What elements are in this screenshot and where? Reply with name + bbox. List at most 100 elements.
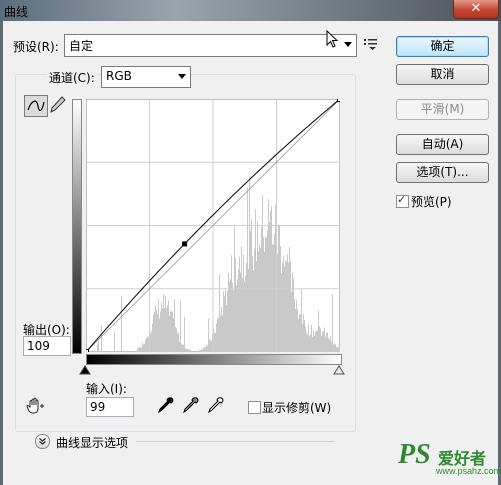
histogram-bar bbox=[310, 334, 311, 352]
histogram-bar bbox=[169, 315, 170, 352]
histogram-bar bbox=[329, 339, 330, 352]
histogram-bar bbox=[251, 219, 252, 352]
histogram-bar bbox=[97, 344, 98, 352]
histogram-bar bbox=[232, 282, 233, 352]
histogram-bar bbox=[205, 347, 206, 352]
histogram-bar bbox=[185, 348, 186, 352]
histogram-bar bbox=[299, 314, 300, 352]
histogram-bar bbox=[219, 274, 220, 352]
curve-edit-tool[interactable] bbox=[24, 95, 48, 117]
smooth-button[interactable]: 平滑(M) bbox=[396, 99, 489, 120]
output-field[interactable]: 109 bbox=[23, 336, 71, 356]
histogram-bar bbox=[158, 298, 159, 352]
histogram-bar bbox=[266, 236, 267, 352]
histogram-bar bbox=[316, 331, 317, 352]
histogram-bar bbox=[228, 272, 229, 352]
title-bar[interactable]: 曲线 ✕ bbox=[0, 0, 501, 21]
histogram-bar bbox=[200, 349, 201, 352]
histogram-bar bbox=[179, 341, 180, 352]
histogram-bar bbox=[156, 309, 157, 352]
input-value: 99 bbox=[90, 400, 106, 414]
chevron-down-icon bbox=[178, 74, 186, 79]
histogram-bar bbox=[281, 273, 282, 352]
histogram-bar bbox=[152, 323, 153, 352]
histogram-bar bbox=[175, 326, 176, 352]
histogram-bar bbox=[327, 332, 328, 352]
watermark-url: www.psahz.com bbox=[436, 466, 501, 476]
histogram-bar bbox=[280, 246, 281, 352]
histogram-bar bbox=[172, 312, 173, 352]
histogram-bar bbox=[248, 269, 249, 352]
watermark-logo: PS 爱好者 www.psahz.com bbox=[398, 439, 501, 481]
expand-options-button[interactable] bbox=[35, 434, 50, 449]
histogram-bar bbox=[177, 333, 178, 352]
histogram-bar bbox=[181, 343, 182, 352]
histogram-bar bbox=[283, 256, 284, 352]
histogram-bar bbox=[282, 262, 283, 352]
histogram-bar bbox=[324, 327, 325, 352]
histogram-bar bbox=[220, 315, 221, 352]
input-field[interactable]: 99 bbox=[86, 397, 134, 417]
black-point-slider[interactable] bbox=[79, 365, 91, 375]
histogram-bar bbox=[321, 335, 322, 352]
histogram-bar bbox=[322, 331, 323, 352]
histogram-bar bbox=[278, 224, 279, 352]
close-button[interactable]: ✕ bbox=[453, 0, 499, 19]
histogram-bar bbox=[301, 289, 302, 352]
histogram-bar bbox=[302, 324, 303, 352]
preset-dropdown[interactable]: 自定 bbox=[64, 34, 357, 57]
preview-checkbox[interactable] bbox=[396, 193, 409, 208]
histogram-bar bbox=[288, 262, 289, 352]
histogram-bar bbox=[245, 275, 246, 352]
histogram-bar bbox=[262, 195, 263, 352]
auto-button[interactable]: 自动(A) bbox=[396, 134, 489, 155]
pencil-icon[interactable] bbox=[50, 96, 66, 114]
histogram-bar bbox=[209, 338, 210, 352]
histogram-bar bbox=[140, 347, 141, 352]
histogram-bar bbox=[333, 344, 334, 352]
histogram-bar bbox=[252, 255, 253, 352]
curve-endpoint-white[interactable] bbox=[337, 99, 341, 102]
histogram-bar bbox=[144, 343, 145, 352]
histogram-bar bbox=[320, 328, 321, 352]
histogram-bar bbox=[182, 345, 183, 352]
target-adjust-hand-icon[interactable] bbox=[26, 397, 46, 415]
histogram-bar bbox=[143, 344, 144, 352]
histogram-bar bbox=[147, 336, 148, 352]
histogram-bar bbox=[253, 270, 254, 352]
histogram-bar bbox=[334, 343, 335, 352]
preset-options-icon[interactable] bbox=[364, 38, 378, 50]
white-eyedropper-icon[interactable] bbox=[207, 396, 225, 414]
channel-dropdown[interactable]: RGB bbox=[101, 66, 191, 88]
ok-button[interactable]: 确定 bbox=[396, 36, 489, 57]
black-eyedropper-icon[interactable] bbox=[157, 396, 175, 414]
histogram-bar bbox=[311, 324, 312, 352]
white-point-slider[interactable] bbox=[333, 365, 345, 375]
options-button[interactable]: 选项(T)... bbox=[396, 162, 489, 183]
show-clipping-checkbox[interactable] bbox=[248, 401, 261, 414]
curve-control-point[interactable] bbox=[182, 241, 188, 247]
histogram-bar bbox=[176, 328, 177, 352]
gray-eyedropper-icon[interactable] bbox=[182, 396, 200, 414]
histogram-bar bbox=[160, 311, 161, 352]
histogram-bar bbox=[315, 331, 316, 352]
histogram-bar bbox=[244, 281, 245, 352]
histogram-bar bbox=[202, 349, 203, 352]
histogram-bar bbox=[328, 337, 329, 352]
histogram-bar bbox=[332, 294, 333, 352]
histogram-bar bbox=[274, 233, 275, 352]
histogram-bar bbox=[208, 318, 209, 352]
histogram-bar bbox=[319, 326, 320, 352]
histogram-bar bbox=[114, 332, 115, 352]
curve-graph[interactable] bbox=[86, 99, 340, 352]
histogram-bar bbox=[214, 332, 215, 352]
histogram-bar bbox=[284, 266, 285, 352]
cancel-button[interactable]: 取消 bbox=[396, 64, 489, 85]
histogram-bar bbox=[218, 317, 219, 352]
histogram-bar bbox=[227, 290, 228, 352]
histogram-bar bbox=[305, 326, 306, 352]
histogram-bar bbox=[159, 318, 160, 352]
histogram-bar bbox=[203, 347, 204, 352]
curve-endpoint-black[interactable] bbox=[86, 349, 89, 353]
histogram-bar bbox=[137, 348, 138, 352]
